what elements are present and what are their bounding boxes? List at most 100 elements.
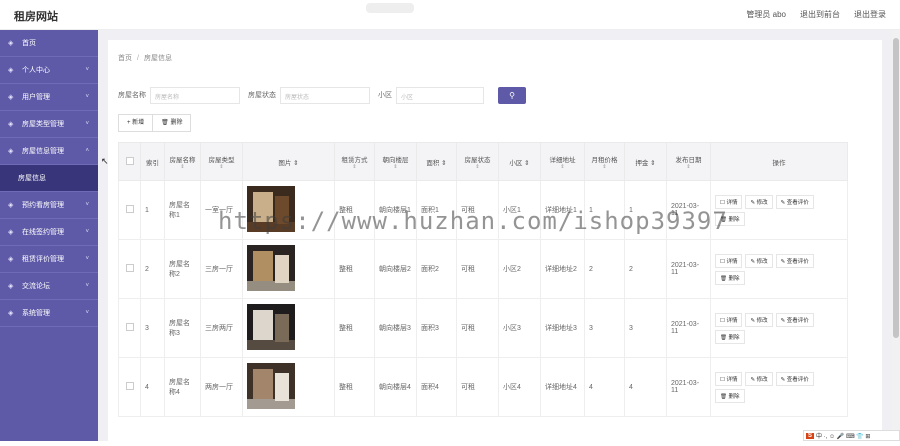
edit-button[interactable]: ✎ 修改 [745,371,773,386]
review-button[interactable]: ✎ 查看评价 [775,371,814,386]
col-mode[interactable]: 租赁方式 ⇕ [334,142,375,181]
logout-link[interactable]: 退出登录 [854,9,886,20]
actions-cell: ☐ 详情 ✎ 修改 ✎ 查看评价 🗑 删除 [710,239,848,299]
detail-button[interactable]: ☐ 详情 [715,194,743,209]
cell-deposit: 1 [624,180,667,240]
row-checkbox[interactable] [125,382,134,390]
detail-button[interactable]: ☐ 详情 [715,371,743,386]
edit-button[interactable]: ✎ 修改 [745,253,773,268]
table-row[interactable]: 3 房屋名称3 三房两厅 整租 朝向楼层3 面积3 可租 小区3 详细地址3 3 3 2021-03-… [118,298,848,358]
scrollbar-thumb[interactable] [893,38,899,338]
col-floor[interactable]: 朝向楼层 ⇕ [374,142,417,181]
sidebar-item[interactable]: ◈ 在线签约管理 ˅ [0,219,98,246]
add-button[interactable]: + 新增 [118,114,154,132]
cell-floor: 朝向楼层2 [374,239,417,299]
select-all-checkbox[interactable] [125,156,134,165]
cell-date: 2021-03-11 [666,298,711,358]
row-delete-button[interactable]: 🗑 删除 [715,270,745,285]
edit-button[interactable]: ✎ 修改 [745,312,773,327]
delete-button[interactable]: 🗑 删除 [153,114,192,132]
house-name-label: 房屋名称 [118,92,146,99]
cell-deposit: 2 [624,239,667,299]
row-checkbox[interactable] [125,323,134,331]
edit-button[interactable]: ✎ 修改 [745,194,773,209]
main-content: 首页 / 房屋信息 房屋名称 房屋名称 房屋状态 房屋状态 小区 小区 ⚲ + 新增… [98,30,892,446]
cell-mode: 整租 [334,298,375,358]
cell-status: 可租 [456,180,499,240]
sidebar-item[interactable]: ◈ 预约看房管理 ˅ [0,192,98,219]
sort-icon: ⇕ [560,163,565,170]
review-button[interactable]: ✎ 查看评价 [775,253,814,268]
col-area[interactable]: 面积 ⇕ [416,142,457,181]
house-name-input[interactable]: 房屋名称 [150,86,240,104]
forum-icon: ◈ [8,283,14,290]
photo-cell [242,180,335,240]
sidebar-item-label: 个人中心 [22,67,50,74]
actions-cell: ☐ 详情 ✎ 修改 ✎ 查看评价 🗑 删除 [710,357,848,417]
photo-cell [242,298,335,358]
calendar-icon: ◈ [8,202,14,209]
col-actions: 操作 [710,142,848,181]
row-delete-label: 删除 [728,275,740,282]
detail-button[interactable]: ☐ 详情 [715,253,743,268]
community-input[interactable]: 小区 [396,86,484,104]
row-checkbox[interactable] [125,264,134,272]
row-checkbox[interactable] [125,205,134,213]
sidebar-item[interactable]: ◈ 交流论坛 ˅ [0,273,98,300]
col-photo[interactable]: 图片 ⇕ [242,142,335,181]
cell-address: 详细地址2 [540,239,585,299]
action-buttons: + 新增 🗑 删除 [118,114,192,132]
col-address[interactable]: 详细地址 ⇕ [540,142,585,181]
review-label: 查看评价 [786,376,809,383]
col-rent[interactable]: 月租价格 ⇕ [584,142,625,181]
row-delete-button[interactable]: 🗑 删除 [715,388,745,403]
sidebar-item-label: 首页 [22,40,36,47]
row-delete-button[interactable]: 🗑 删除 [715,211,745,226]
house-photo [247,363,295,409]
col-type[interactable]: 房屋类型 ⇕ [200,142,243,181]
sidebar-item[interactable]: ◈ 系统管理 ˅ [0,300,98,327]
house-photo [247,245,295,291]
cell-community: 小区2 [498,239,541,299]
sidebar-item[interactable]: ◈ 租赁评价管理 ˅ [0,246,98,273]
sidebar-subitem[interactable]: 房屋信息 [0,165,98,192]
cell-status: 可租 [456,298,499,358]
chevron-down-icon: ˅ [85,283,89,289]
ime-toolbar[interactable]: S 中 ·, ☺ 🎤 ⌨ 👕 ⊞ [803,430,900,441]
table-row[interactable]: 1 房屋名称1 一室一厅 整租 朝向楼层1 面积1 可租 小区1 详细地址1 1 1 2021-03-… [118,180,848,240]
col-deposit[interactable]: 押金 ⇕ [624,142,667,181]
col-status[interactable]: 房屋状态 ⇕ [456,142,499,181]
col-date[interactable]: 发布日期 ⇕ [666,142,711,181]
review-label: 查看评价 [786,317,809,324]
cell-idx: 1 [140,180,165,240]
cell-community: 小区1 [498,180,541,240]
col-mode-label: 租赁方式 [341,156,368,164]
cell-area: 面积3 [416,298,457,358]
row-delete-label: 删除 [728,334,740,341]
frontend-link[interactable]: 退出到前台 [800,9,840,20]
sidebar-item[interactable]: ◈ 房屋类型管理 ˅ [0,111,98,138]
sort-icon: ⇕ [293,159,299,167]
detail-button[interactable]: ☐ 详情 [715,312,743,327]
trash-icon: 🗑 [720,275,729,282]
sidebar-item[interactable]: ◈ 首页 [0,30,98,57]
sidebar-item[interactable]: ◈ 房屋信息管理 ˄ [0,138,98,165]
review-button[interactable]: ✎ 查看评价 [775,312,814,327]
page-scrollbar[interactable] [892,30,900,441]
review-button[interactable]: ✎ 查看评价 [775,194,814,209]
chevron-down-icon: ˅ [85,121,89,127]
search-button[interactable]: ⚲ [498,86,526,104]
col-name-label: 房屋名称 [169,156,196,164]
top-nav: 管理员 abo 退出到前台 退出登录 [746,9,886,20]
sidebar-item[interactable]: ◈ 用户管理 ˅ [0,84,98,111]
col-name[interactable]: 房屋名称 ⇕ [164,142,201,181]
table-body: 1 房屋名称1 一室一厅 整租 朝向楼层1 面积1 可租 小区1 详细地址1 1 1 2021-03-… [118,180,848,417]
table-row[interactable]: 4 房屋名称4 两房一厅 整租 朝向楼层4 面积4 可租 小区4 详细地址4 4 4 2021-03-… [118,357,848,417]
table-row[interactable]: 2 房屋名称2 三房一厅 整租 朝向楼层2 面积2 可租 小区2 详细地址2 2 2 2021-03-… [118,239,848,299]
house-status-input[interactable]: 房屋状态 [280,86,370,104]
col-community[interactable]: 小区 ⇕ [498,142,541,181]
sidebar-item[interactable]: ◈ 个人中心 ˅ [0,57,98,84]
sort-icon: ⇕ [686,163,691,170]
row-delete-button[interactable]: 🗑 删除 [715,329,745,344]
breadcrumb-home[interactable]: 首页 [118,55,132,62]
